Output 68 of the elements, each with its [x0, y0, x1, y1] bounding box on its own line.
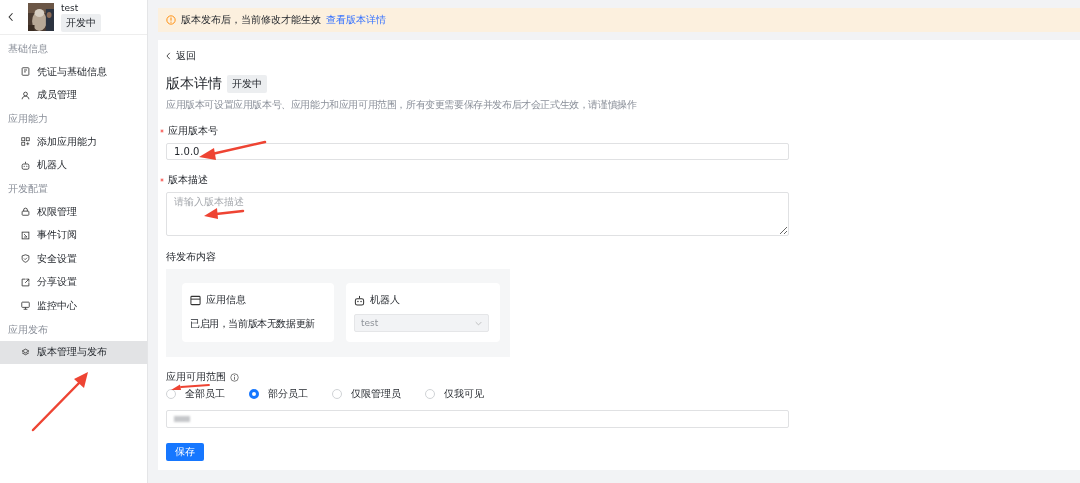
sidebar-item[interactable]: 成员管理 — [0, 83, 147, 107]
sidebar-item-label: 版本管理与发布 — [37, 345, 107, 360]
description-field[interactable]: 请输入版本描述 — [166, 192, 789, 236]
sidebar-item[interactable]: 分享设置 — [0, 270, 147, 294]
sidebar-item-label: 凭证与基础信息 — [37, 64, 107, 79]
sidebar-item-label: 安全设置 — [37, 251, 77, 266]
page-title: 版本详情 — [166, 75, 222, 93]
robot-icon — [354, 294, 365, 306]
sidebar-item[interactable]: 监控中心 — [0, 294, 147, 318]
monitor-icon — [21, 301, 30, 311]
grid-icon — [21, 137, 30, 147]
sidebar-item-label: 事件订阅 — [37, 228, 77, 243]
version-details-link[interactable]: 查看版本详情 — [326, 13, 386, 27]
sidebar-item[interactable]: 权限管理 — [0, 200, 147, 224]
save-button[interactable]: 保存 — [166, 443, 204, 461]
card-text: 已启用，当前版本无数据更新 — [190, 317, 316, 331]
robot-icon — [21, 160, 30, 170]
annotation-arrow — [171, 384, 210, 390]
annotation-arrow — [199, 140, 267, 160]
redacted-value — [174, 416, 190, 422]
notice-text: 版本发布后，当前修改才能生效 — [181, 13, 321, 27]
sidebar-item[interactable]: 事件订阅 — [0, 223, 147, 247]
sidebar-item[interactable]: 安全设置 — [0, 247, 147, 271]
section-title: 应用发布 — [7, 322, 49, 337]
back-link[interactable]: 返回 — [166, 50, 196, 62]
sidebar-item[interactable]: 机器人 — [0, 153, 147, 177]
sidebar-item-label: 机器人 — [37, 158, 67, 173]
chevron-left-icon — [166, 52, 171, 60]
sidebar-item[interactable]: 添加应用能力 — [0, 130, 147, 154]
card-title: 应用信息 — [206, 293, 246, 307]
layers-icon — [21, 347, 30, 357]
lock-icon — [21, 207, 30, 217]
sidebar-item-label: 监控中心 — [37, 298, 77, 313]
sidebar-item[interactable]: 版本管理与发布 — [0, 340, 147, 364]
info-icon — [230, 372, 239, 382]
radio-option[interactable]: 仅限管理员 — [332, 388, 401, 400]
frame-icon — [21, 230, 30, 240]
document-icon — [21, 67, 30, 77]
caret-icon — [475, 320, 482, 326]
sidebar-item-label: 添加应用能力 — [37, 134, 97, 149]
shield-icon — [21, 254, 30, 264]
section-title: 开发配置 — [7, 182, 49, 196]
member-field[interactable] — [166, 410, 789, 428]
field-label: 版本描述 — [168, 174, 208, 186]
share-icon — [21, 277, 30, 287]
person-icon — [21, 90, 30, 100]
card-title: 机器人 — [370, 293, 400, 307]
version-field[interactable]: 1.0.0 — [166, 143, 789, 160]
warning-icon — [166, 15, 176, 25]
status-tag: 开发中 — [227, 75, 267, 93]
field-label: 应用可用范围 — [166, 371, 226, 383]
section-title: 应用能力 — [7, 112, 49, 126]
sidebar-item-label: 分享设置 — [37, 275, 77, 290]
sidebar-item-label: 成员管理 — [37, 88, 77, 103]
sidebar-item-label: 权限管理 — [37, 204, 77, 219]
annotation-arrow — [204, 208, 245, 219]
radio-option[interactable]: 部分员工 — [249, 388, 308, 400]
back-icon[interactable] — [8, 12, 14, 22]
annotation-arrow — [31, 372, 88, 432]
window-icon — [190, 294, 201, 306]
radio-option[interactable]: 仅我可见 — [425, 388, 484, 400]
app-name: test — [61, 2, 79, 13]
section-title: 基础信息 — [7, 42, 49, 56]
sidebar-item[interactable]: 凭证与基础信息 — [0, 60, 147, 84]
field-label: 应用版本号 — [168, 125, 218, 137]
page-description: 应用版本可设置应用版本号、应用能力和应用可用范围，所有变更需要保存并发布后才会正式生效，请谨慎操作 — [166, 99, 637, 111]
status-tag: 开发中 — [61, 13, 101, 32]
section-label: 待发布内容 — [166, 251, 216, 263]
